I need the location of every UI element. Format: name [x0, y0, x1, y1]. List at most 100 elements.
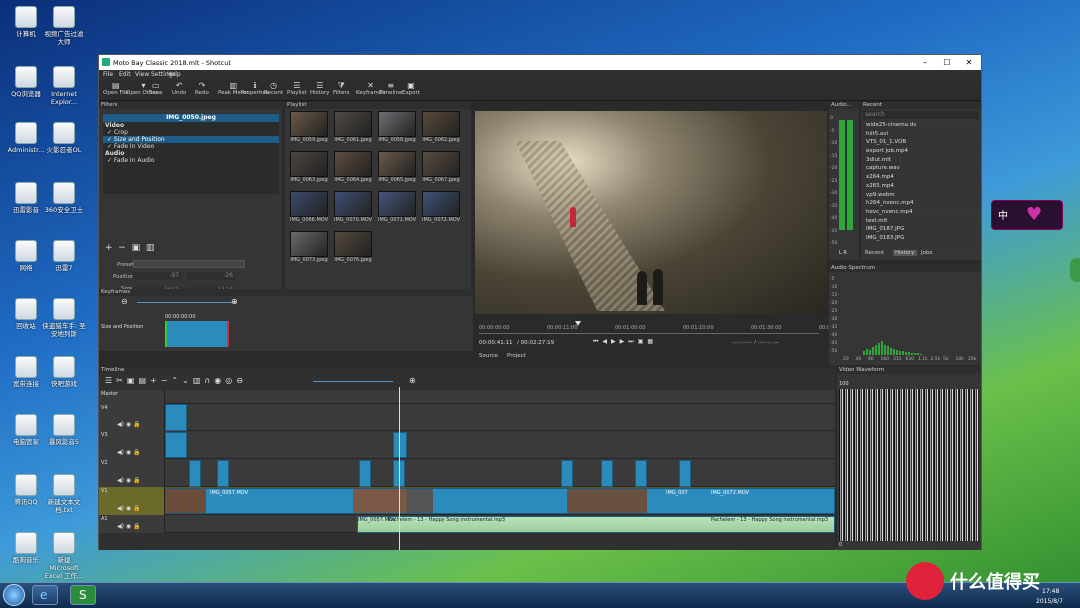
clock-time[interactable]: 17:48 — [1042, 588, 1059, 595]
playlist-item[interactable]: IMG_0062.jpeg — [421, 111, 461, 145]
recent-item[interactable]: h264_nvenc.mp4 — [863, 199, 979, 208]
filter-item[interactable]: ✓ Size and Position — [103, 136, 279, 143]
playlist-item[interactable]: IMG_0076.jpeg — [333, 231, 373, 265]
playlist-item[interactable]: IMG_0067.jpeg — [421, 151, 461, 185]
toolbar-recentbutton[interactable]: ◷ Recent — [264, 81, 283, 96]
timeline-clip[interactable] — [679, 460, 691, 487]
playlist-item[interactable]: IMG_0061.jpeg — [333, 111, 373, 145]
playlist-item[interactable]: IMG_0065.jpeg — [377, 151, 417, 185]
desktop-icon[interactable]: 新建 Microsoft Excel 工作... — [42, 532, 86, 580]
maximize-button[interactable]: ☐ — [936, 57, 958, 68]
desktop-icon[interactable]: 侠盗猎车手: 圣安地列斯 — [42, 298, 86, 338]
skip-previous-icon[interactable]: ⏮ — [593, 338, 602, 345]
recent-item[interactable]: x264.mp4 — [863, 173, 979, 182]
desktop-icon[interactable]: 视频广告过滤大师 — [42, 6, 86, 46]
side-tab[interactable] — [1070, 258, 1080, 282]
timeline-clip[interactable] — [165, 432, 187, 458]
player-ruler[interactable]: 00:00:00:00 00:00:11:00 00:01:00:00 00:01:1… — [479, 324, 850, 334]
deselect-filter-icon[interactable]: ▥ — [146, 243, 155, 253]
menu-help[interactable]: Help — [167, 71, 181, 78]
remove-icon[interactable]: − — [161, 376, 172, 385]
cut-icon[interactable]: ✂ — [116, 376, 127, 385]
zoom-out-icon[interactable]: ⊖ — [236, 376, 247, 385]
desktop-icon[interactable]: 迅雷7 — [42, 240, 86, 272]
rewind-icon[interactable]: ◀ — [602, 338, 611, 345]
toolbar-exportbutton[interactable]: ▣ Export — [402, 81, 420, 96]
keyframes-clip[interactable] — [165, 321, 229, 347]
track-v3[interactable] — [99, 431, 835, 459]
recent-item[interactable]: 3dlut.mlt — [863, 156, 979, 165]
timeline-clip[interactable] — [601, 460, 613, 487]
timeline-clip[interactable] — [217, 460, 229, 487]
timeline-clip[interactable]: IMG_0057.MOV Pachelem - 13 - Happy Song i… — [357, 516, 835, 533]
desktop-icon[interactable]: 新建文本文档.txt — [42, 474, 86, 514]
playlist-item[interactable]: IMG_0066.MOV — [289, 191, 329, 225]
menu-view[interactable]: View — [135, 71, 149, 78]
filter-item[interactable]: ✓ Fade In Video — [103, 143, 279, 150]
tab-source[interactable]: Source — [479, 353, 498, 359]
timeline-playhead[interactable] — [399, 387, 400, 550]
keyframes-zoom-slider[interactable] — [137, 302, 237, 303]
menu-edit[interactable]: Edit — [119, 71, 131, 78]
recent-item[interactable]: export job.mp4 — [863, 147, 979, 156]
timeline-clip[interactable] — [359, 460, 371, 487]
desktop-icon[interactable]: 360安全卫士 — [42, 182, 86, 214]
track-controls-icon[interactable]: ◀) ◉ 🔒 — [117, 477, 140, 484]
playlist-item[interactable]: IMG_0072.MOV — [421, 191, 461, 225]
ie-taskbar-icon[interactable]: e — [32, 585, 58, 605]
current-time[interactable]: 00:00:41:11 — [479, 340, 513, 346]
tab-history[interactable]: History — [893, 250, 917, 256]
clock-date[interactable]: 2015/8/7 — [1036, 598, 1063, 605]
toolbar-undobutton[interactable]: ↶ Undo — [172, 81, 186, 96]
desktop-icon[interactable]: 火影忍者OL — [42, 122, 86, 154]
remove-filter-icon[interactable]: − — [118, 243, 126, 253]
track-controls-icon[interactable]: ◀) ◉ 🔒 — [117, 523, 140, 530]
filter-item[interactable]: ✓ Fade In Audio — [103, 157, 279, 164]
playlist-item[interactable]: IMG_0070.MOV — [333, 191, 373, 225]
recent-item[interactable]: x265.mp4 — [863, 182, 979, 191]
append-icon[interactable]: + — [150, 376, 161, 385]
preset-select[interactable] — [133, 260, 245, 268]
tab-jobs[interactable]: Jobs — [921, 250, 932, 256]
recent-item[interactable]: wide25-cinema.dv — [863, 121, 979, 130]
desktop-icon[interactable]: 暴风影音5 — [42, 414, 86, 446]
track-v4[interactable] — [99, 404, 835, 431]
playhead-marker[interactable] — [575, 321, 581, 326]
video-preview[interactable] — [475, 111, 827, 314]
track-controls-icon[interactable]: ◀) ◉ 🔒 — [117, 505, 140, 512]
recent-item[interactable]: hiit5.avi — [863, 130, 979, 139]
playlist-item[interactable]: IMG_0071.MOV — [377, 191, 417, 225]
timeline-clip[interactable] — [393, 432, 407, 458]
paste-icon[interactable]: ▤ — [138, 376, 150, 385]
recent-item[interactable]: vp9.webm — [863, 191, 979, 200]
timeline-clip[interactable] — [635, 460, 647, 487]
keyframes-zoom-out-icon[interactable]: ⊖ — [121, 297, 128, 306]
keyframes-zoom-in-icon[interactable]: ⊕ — [231, 297, 238, 306]
grid-icon[interactable]: ▦ — [647, 338, 657, 345]
ime-widget[interactable]: 中 ♥ — [991, 200, 1063, 230]
toolbar-playlistbutton[interactable]: ☰ Playlist — [287, 81, 307, 96]
lift-icon[interactable]: ⌃ — [171, 376, 182, 385]
tab-project[interactable]: Project — [507, 353, 526, 359]
playlist-item[interactable]: IMG_0058.jpeg — [377, 111, 417, 145]
toolbar-open-filebutton[interactable]: ▤ Open File — [103, 81, 129, 96]
recent-search[interactable]: search — [863, 111, 979, 119]
timeline-zoom-slider[interactable] — [313, 381, 393, 382]
playlist-item[interactable]: IMG_0063.jpeg — [289, 151, 329, 185]
recent-item[interactable]: IMG_0187.JPG — [863, 225, 979, 234]
timeline-zoom-in-icon[interactable]: ⊕ — [409, 376, 416, 385]
timeline-clip[interactable] — [561, 460, 573, 487]
track-v2[interactable] — [99, 459, 835, 487]
scrub-icon[interactable]: ◉ — [214, 376, 225, 385]
minimize-button[interactable]: – — [914, 57, 936, 68]
overwrite-icon[interactable]: ⌄ — [182, 376, 193, 385]
shotcut-taskbar-icon[interactable]: S — [70, 585, 96, 605]
toolbar-savebutton[interactable]: ▭ Save — [149, 81, 163, 96]
track-controls-icon[interactable]: ◀) ◉ 🔒 — [117, 421, 140, 428]
position-x-input[interactable]: -97 — [133, 272, 181, 280]
copy-filter-icon[interactable]: ▣ — [132, 243, 141, 253]
recent-item[interactable]: hevc_nvenc.mp4 — [863, 208, 979, 217]
ripple-icon[interactable]: ◎ — [225, 376, 236, 385]
track-controls-icon[interactable]: ◀) ◉ 🔒 — [117, 449, 140, 456]
toolbar-filtersbutton[interactable]: ⧩ Filters — [333, 81, 350, 96]
